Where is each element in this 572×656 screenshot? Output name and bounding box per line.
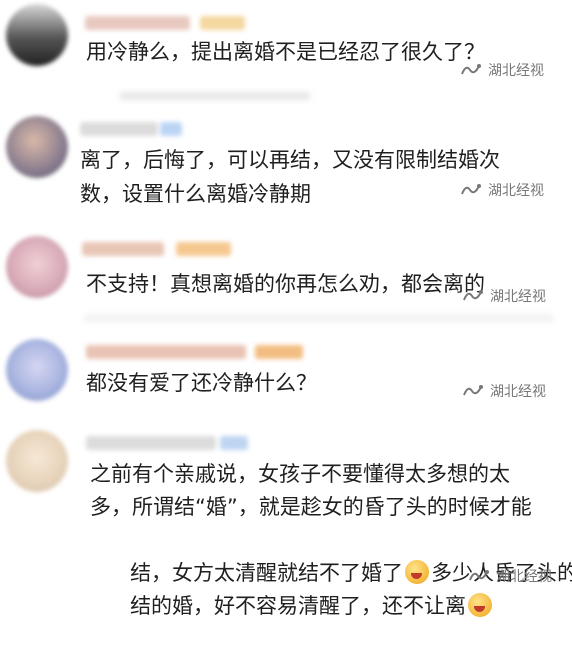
wechat-video-account-icon bbox=[461, 64, 481, 75]
watermark-label: 湖北经视 bbox=[488, 63, 544, 79]
comment-item: 之前有个亲戚说，女孩子不要懂得太多想的太 多，所谓结“婚”，就是趁女的昏了头的时… bbox=[0, 428, 572, 618]
avatar[interactable] bbox=[6, 116, 68, 178]
avatar[interactable] bbox=[6, 4, 68, 66]
badge-blurred bbox=[200, 16, 245, 30]
watermark: 湖北经视 bbox=[468, 566, 552, 586]
username-blurred[interactable] bbox=[86, 436, 216, 450]
comment-text: 不支持！真想离婚的你再怎么劝，都会离的 bbox=[86, 272, 485, 296]
watermark-label: 湖北经视 bbox=[490, 384, 546, 400]
watermark-label: 湖北经视 bbox=[488, 183, 544, 199]
avatar[interactable] bbox=[6, 430, 68, 492]
username-blurred[interactable] bbox=[86, 345, 246, 359]
watermark: 湖北经视 bbox=[460, 180, 544, 200]
comment-text-line: 之前有个亲戚说，女孩子不要懂得太多想的太 bbox=[90, 462, 510, 486]
wechat-video-account-icon bbox=[463, 290, 483, 301]
username-blurred[interactable] bbox=[85, 16, 190, 30]
comment-item: 离了，后悔了，可以再结，又没有限制结婚次 数，设置什么离婚冷静期 湖北经视 bbox=[0, 108, 572, 223]
comment-text-line: 离了，后悔了，可以再结，又没有限制结婚次 bbox=[80, 148, 500, 172]
watermark-label: 湖北经视 bbox=[490, 289, 546, 305]
badge-blurred bbox=[220, 436, 248, 450]
wechat-video-account-icon bbox=[463, 385, 483, 396]
avatar[interactable] bbox=[6, 339, 68, 401]
username-blurred[interactable] bbox=[80, 122, 158, 136]
comment-item: 用冷静么，提出离婚不是已经忍了很久了？ 湖北经视 bbox=[0, 0, 572, 100]
avatar[interactable] bbox=[6, 236, 68, 298]
badge-blurred bbox=[255, 345, 303, 359]
badge-blurred bbox=[160, 122, 182, 136]
watermark: 湖北经视 bbox=[462, 381, 546, 401]
comment-item: 不支持！真想离婚的你再怎么劝，都会离的 湖北经视 bbox=[0, 230, 572, 330]
comment-text-line: 数，设置什么离婚冷静期 bbox=[80, 182, 311, 206]
comment-feed: 用冷静么，提出离婚不是已经忍了很久了？ 湖北经视 离了，后悔了，可以再结，又没有… bbox=[0, 0, 572, 618]
badge-blurred bbox=[176, 242, 231, 256]
comment-text: 都没有爱了还冷静什么？ bbox=[86, 371, 317, 395]
drooling-face-emoji bbox=[468, 593, 493, 617]
wechat-video-account-icon bbox=[461, 184, 481, 195]
comment-item: 都没有爱了还冷静什么？ 湖北经视 bbox=[0, 335, 572, 430]
comment-text: 用冷静么，提出离婚不是已经忍了很久了？ bbox=[86, 40, 485, 64]
reply-blurred bbox=[84, 314, 554, 322]
comment-text-line: 结的婚，好不容易清醒了，还不让离 bbox=[90, 557, 494, 656]
watermark-label: 湖北经视 bbox=[496, 569, 552, 585]
comment-text-segment: 结的婚，好不容易清醒了，还不让离 bbox=[130, 594, 467, 618]
username-blurred[interactable] bbox=[82, 242, 164, 256]
watermark: 湖北经视 bbox=[462, 286, 546, 306]
wechat-video-account-icon bbox=[469, 570, 489, 581]
comment-text-line: 多，所谓结“婚”，就是趁女的昏了头的时候才能 bbox=[90, 495, 532, 519]
reply-blurred bbox=[120, 92, 310, 100]
watermark: 湖北经视 bbox=[460, 60, 544, 80]
